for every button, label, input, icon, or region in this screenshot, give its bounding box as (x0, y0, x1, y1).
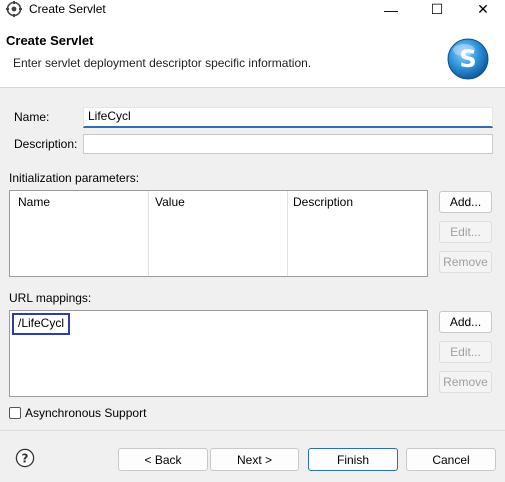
async-support-label: Asynchronous Support (25, 406, 147, 420)
window-title: Create Servlet (29, 2, 106, 16)
app-icon (6, 1, 22, 17)
close-button[interactable]: ✕ (460, 0, 505, 19)
help-glyph: ? (22, 452, 29, 466)
url-mapping-value: /LifeCycl (18, 316, 65, 330)
column-divider (287, 191, 288, 276)
url-mapping-item[interactable]: /LifeCycl (12, 313, 70, 335)
init-params-remove-button[interactable]: Remove (439, 251, 492, 273)
init-params-edit-button[interactable]: Edit... (439, 221, 492, 243)
minimize-icon: — (384, 1, 398, 18)
wizard-banner (0, 19, 505, 88)
column-header-name[interactable]: Name (18, 195, 50, 209)
name-value: LifeCycl (88, 109, 131, 123)
description-field[interactable] (83, 134, 493, 154)
close-icon: ✕ (477, 1, 489, 17)
url-mappings-edit-button[interactable]: Edit... (439, 341, 492, 363)
async-support-checkbox[interactable] (9, 407, 21, 419)
url-mappings-label: URL mappings: (9, 291, 92, 305)
column-header-description[interactable]: Description (293, 195, 353, 209)
servlet-logo-icon: S (447, 38, 489, 80)
logo-letter: S (459, 45, 476, 73)
url-mappings-remove-button[interactable]: Remove (439, 371, 492, 393)
init-params-add-button[interactable]: Add... (439, 191, 492, 213)
init-params-label: Initialization parameters: (9, 171, 140, 185)
back-button[interactable]: < Back (118, 448, 208, 471)
help-icon[interactable]: ? (15, 448, 35, 468)
next-button[interactable]: Next > (210, 448, 299, 471)
init-params-table[interactable]: Name Value Description (9, 190, 428, 277)
name-field[interactable]: LifeCycl (83, 107, 493, 128)
finish-button[interactable]: Finish (308, 448, 398, 471)
url-mappings-list[interactable] (9, 310, 428, 397)
url-mappings-add-button[interactable]: Add... (439, 311, 492, 333)
minimize-button[interactable]: — (368, 0, 414, 19)
banner-description: Enter servlet deployment descriptor spec… (13, 56, 312, 70)
column-divider (148, 191, 149, 276)
description-label: Description: (14, 137, 78, 151)
maximize-icon: ☐ (430, 1, 444, 17)
column-header-value[interactable]: Value (155, 195, 185, 209)
cancel-button[interactable]: Cancel (406, 448, 496, 471)
banner-title: Create Servlet (6, 33, 94, 48)
maximize-button[interactable]: ☐ (414, 0, 460, 19)
name-label: Name: (14, 110, 50, 124)
